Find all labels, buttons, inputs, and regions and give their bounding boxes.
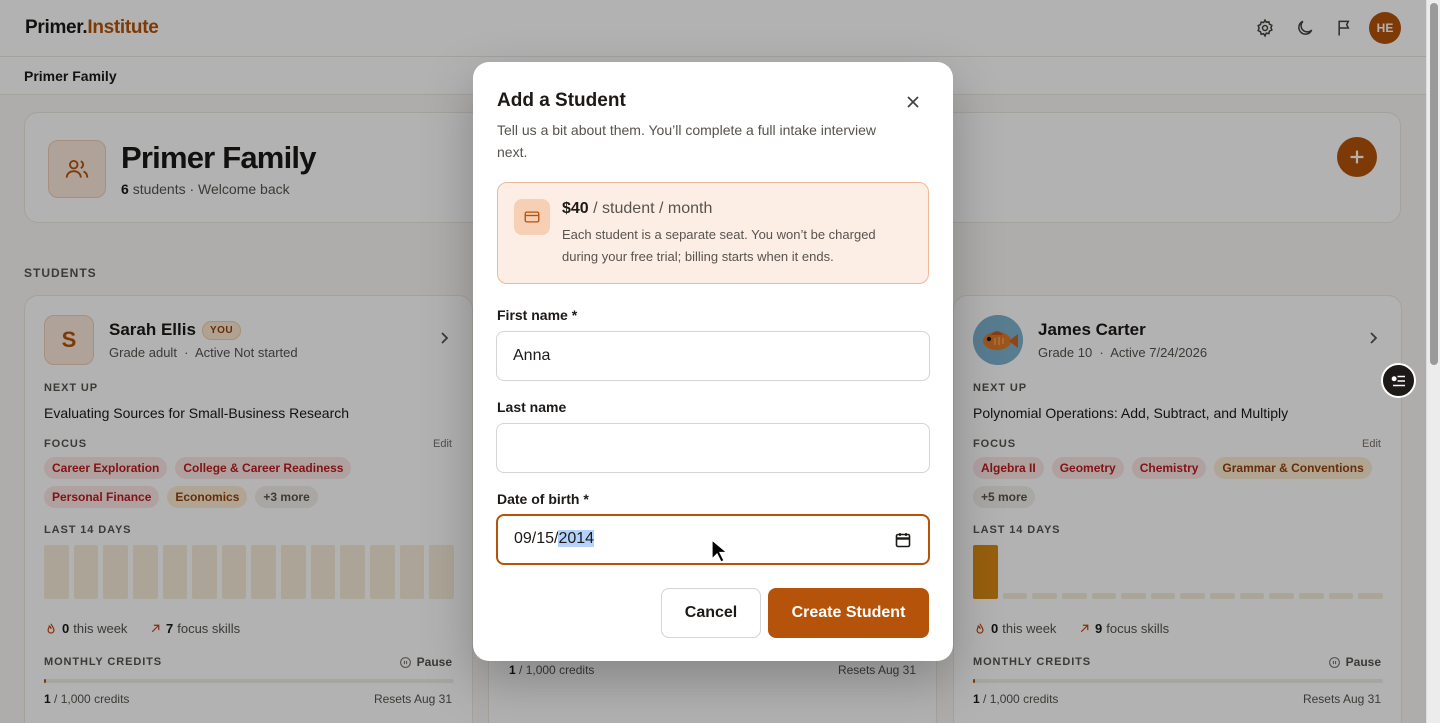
- dialog-description: Tell us a bit about them. You’ll complet…: [497, 122, 876, 160]
- filter-list-icon[interactable]: [1381, 363, 1416, 398]
- dob-value: 09/15/2014: [514, 530, 595, 547]
- last-name-label: Last name: [497, 399, 567, 415]
- last-name-field[interactable]: [496, 423, 930, 473]
- create-student-button[interactable]: Create Student: [768, 588, 929, 638]
- scrollbar-thumb[interactable]: [1430, 3, 1438, 365]
- mouse-cursor-icon: [711, 538, 729, 568]
- price-line: $40 / student / month: [562, 200, 713, 217]
- cancel-button[interactable]: Cancel: [661, 588, 761, 638]
- close-icon[interactable]: [905, 94, 921, 110]
- dob-label: Date of birth *: [497, 491, 589, 507]
- price-note: Each student is a separate seat. You won…: [562, 227, 876, 264]
- dialog-title: Add a Student: [497, 90, 626, 111]
- pricing-notice: $40 / student / month Each student is a …: [497, 182, 929, 284]
- first-name-label: First name *: [497, 307, 578, 323]
- page-scrollbar[interactable]: [1426, 0, 1440, 723]
- calendar-icon[interactable]: [895, 532, 911, 553]
- add-student-dialog: Add a Student Tell us a bit about them. …: [473, 62, 953, 661]
- first-name-field[interactable]: [496, 331, 930, 381]
- dob-year-selected: 2014: [558, 530, 595, 547]
- credit-card-icon: [514, 199, 550, 235]
